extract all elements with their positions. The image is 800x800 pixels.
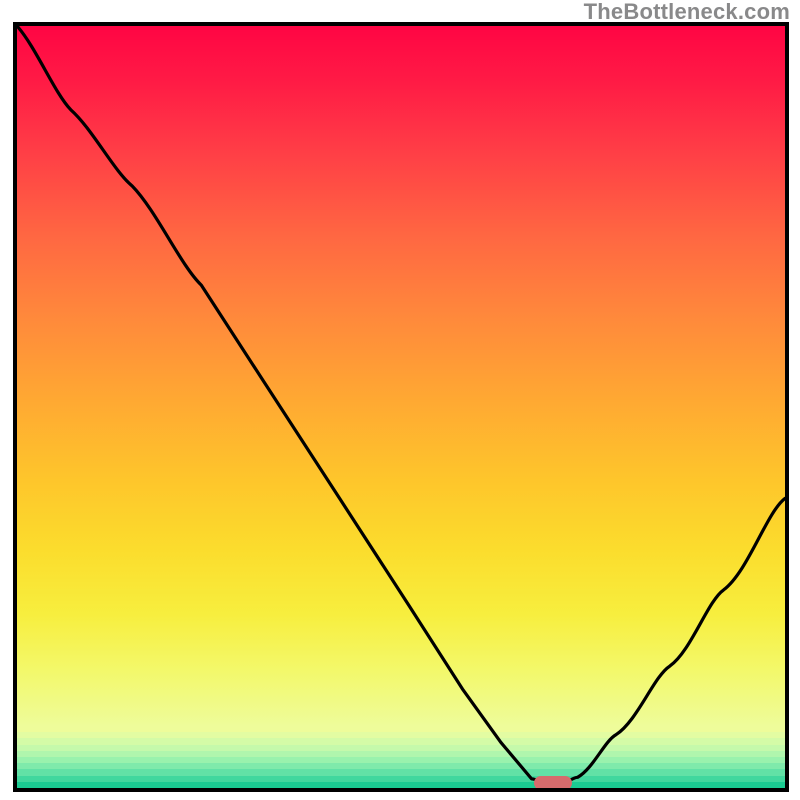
gradient-upper bbox=[17, 26, 785, 726]
chart-background-gradient bbox=[17, 26, 785, 788]
gradient-green-bands bbox=[17, 726, 785, 788]
watermark-text: TheBottleneck.com bbox=[584, 0, 790, 25]
chart-stage: TheBottleneck.com bbox=[0, 0, 800, 800]
optimal-point-marker bbox=[534, 776, 572, 790]
